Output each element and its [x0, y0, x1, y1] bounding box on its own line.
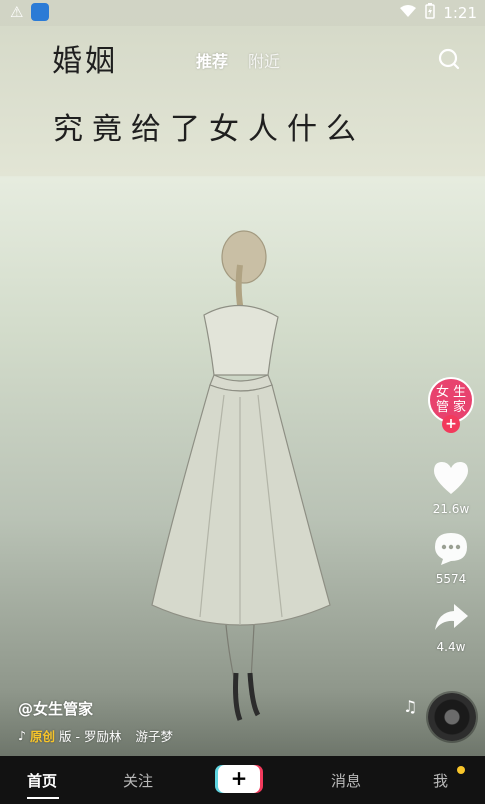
- video-illustration: [151, 230, 331, 721]
- share-button[interactable]: 4.4w: [427, 600, 475, 654]
- avatar-char: 生: [452, 384, 466, 400]
- feed-tabs: 推荐 附近: [196, 48, 280, 72]
- active-tab-indicator: [27, 797, 59, 799]
- battery-icon: [425, 3, 436, 23]
- search-icon: [438, 48, 460, 70]
- wifi-icon: [399, 4, 417, 22]
- like-count: 21.6w: [432, 502, 470, 516]
- create-video-button[interactable]: +: [218, 765, 260, 793]
- notification-dot: [457, 766, 465, 774]
- nav-me[interactable]: 我: [433, 770, 448, 791]
- nav-messages[interactable]: 消息: [331, 770, 361, 791]
- music-original-label: 原创: [29, 729, 55, 744]
- avatar-char: 女: [435, 384, 449, 400]
- author-name[interactable]: @女生管家: [18, 698, 93, 719]
- heart-icon: [434, 462, 468, 494]
- tab-recommend[interactable]: 推荐: [196, 48, 228, 72]
- nav-home[interactable]: 首页: [27, 770, 57, 791]
- video-overlay-title: 婚姻: [52, 44, 118, 79]
- status-time: 1:21: [443, 4, 477, 22]
- music-notes-icon: ♫: [403, 697, 418, 716]
- music-info[interactable]: ♪ 原创 版 - 罗励林 游子梦: [18, 726, 173, 745]
- avatar-char: 家: [452, 399, 466, 415]
- app-notification-icon: [31, 3, 50, 21]
- search-button[interactable]: [437, 47, 461, 71]
- share-icon: [435, 604, 468, 630]
- share-count: 4.4w: [436, 640, 466, 654]
- music-note-icon: ♪: [18, 728, 26, 743]
- comment-icon: [435, 533, 467, 565]
- bottom-nav: 首页 关注 + 消息 我: [0, 756, 485, 804]
- follow-button[interactable]: +: [442, 415, 460, 433]
- comment-count: 5574: [435, 572, 467, 586]
- comment-button[interactable]: 5574: [427, 530, 475, 586]
- status-bar: ⚠ 1:21: [0, 0, 485, 26]
- music-disc[interactable]: [428, 693, 476, 741]
- avatar-char: 管: [435, 399, 449, 415]
- video-overlay-subtitle: 究竟给了女人什么: [53, 112, 365, 147]
- tab-nearby[interactable]: 附近: [248, 48, 280, 72]
- music-song: 游子梦: [135, 729, 173, 744]
- music-artist: 版 - 罗励林: [59, 729, 122, 744]
- like-button[interactable]: 21.6w: [427, 460, 475, 516]
- nav-follow[interactable]: 关注: [123, 770, 153, 791]
- warning-icon: ⚠: [10, 3, 24, 21]
